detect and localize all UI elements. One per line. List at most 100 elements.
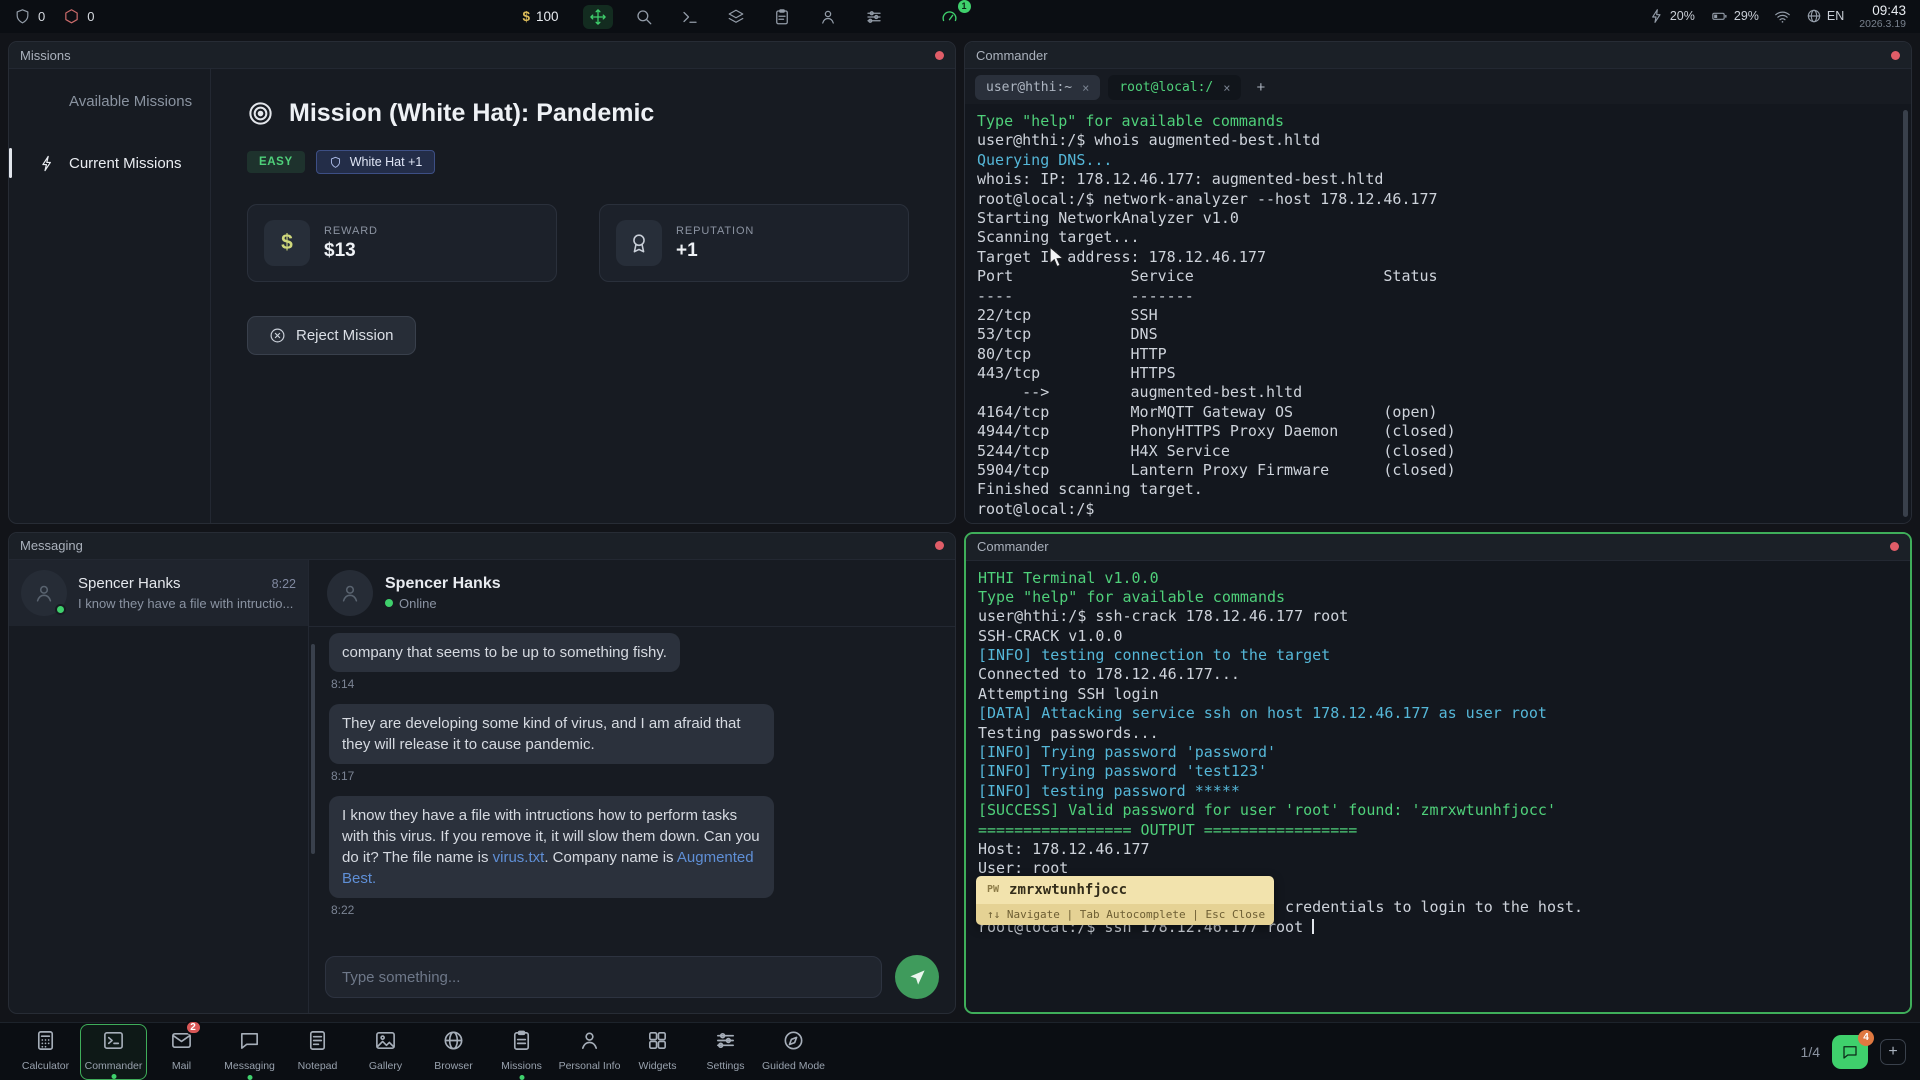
- taskbar-app-missions[interactable]: Missions: [488, 1024, 555, 1080]
- autocomplete-value[interactable]: zmrxwtunhfjocc: [1009, 882, 1127, 898]
- terminal-line: whois: IP: 178.12.46.177: augmented-best…: [977, 170, 1899, 189]
- tab-close-icon[interactable]: ×: [1082, 81, 1089, 95]
- terminal-line: root@local:/$ network-analyzer --host 17…: [977, 190, 1899, 209]
- missions-panel-header[interactable]: Missions: [9, 42, 955, 69]
- commander-bottom-header[interactable]: Commander: [966, 534, 1910, 561]
- terminal-output-top: Type "help" for available commandsuser@h…: [977, 112, 1899, 519]
- gauge-badge: 1: [958, 0, 971, 13]
- reject-mission-button[interactable]: Reject Mission: [247, 316, 416, 355]
- sidebar-item-current-missions[interactable]: Current Missions: [9, 145, 210, 181]
- calculator-icon: [34, 1029, 57, 1057]
- chat-text: . Company name is: [544, 849, 677, 866]
- add-button[interactable]: +: [1880, 1039, 1906, 1065]
- system-tray: 20% 29% EN 09:43 2026.3.19: [1649, 3, 1906, 31]
- panel-indicator-dot[interactable]: [935, 51, 944, 60]
- date-value: 2026.3.19: [1859, 18, 1906, 30]
- topbar: 0 0 $ 100: [0, 0, 1920, 33]
- search-button[interactable]: [629, 5, 659, 29]
- hexagon-alert-icon: [63, 8, 80, 25]
- terminal-line: user@hthi:/$ ssh-crack 178.12.46.177 roo…: [978, 607, 1898, 626]
- taskbar-app-messaging[interactable]: Messaging: [216, 1024, 283, 1080]
- chat-messages: company that seems to be up to something…: [309, 627, 955, 946]
- terminal-line: Type "help" for available commands: [978, 588, 1898, 607]
- reward-dollar-icon: $: [264, 220, 310, 266]
- terminal-line: user@hthi:/$ whois augmented-best.hltd: [977, 131, 1899, 150]
- taskbar-app-gallery[interactable]: Gallery: [352, 1024, 419, 1080]
- sliders-button[interactable]: [859, 5, 889, 29]
- taskbar-app-notepad[interactable]: Notepad: [284, 1024, 351, 1080]
- message-timestamp: 8:22: [331, 903, 935, 917]
- terminal-line: --> augmented-best.hltd: [977, 383, 1899, 402]
- chat-contact-name: Spencer Hanks: [385, 575, 501, 593]
- running-indicator: [111, 1074, 116, 1079]
- language-selector[interactable]: EN: [1806, 8, 1844, 24]
- person-icon: [33, 582, 55, 604]
- taskbar-app-label: Gallery: [369, 1060, 402, 1072]
- taskbar-app-label: Browser: [434, 1060, 473, 1072]
- terminal-tab-1[interactable]: root@local:/×: [1108, 75, 1241, 100]
- battery-icon: [1710, 8, 1729, 24]
- terminal-line: 80/tcp HTTP: [977, 345, 1899, 364]
- performance-gauge-button[interactable]: 1: [935, 5, 965, 29]
- send-button[interactable]: [895, 955, 939, 999]
- move-tool-button[interactable]: [583, 5, 613, 29]
- clipboard-button[interactable]: [767, 5, 797, 29]
- running-indicator: [247, 1075, 252, 1080]
- power-value: 20%: [1670, 9, 1695, 23]
- taskbar-app-browser[interactable]: Browser: [420, 1024, 487, 1080]
- terminal-tab-bar: user@hthi:~× root@local:/× +: [965, 69, 1911, 104]
- send-icon: [908, 968, 927, 987]
- commander-top-header[interactable]: Commander: [965, 42, 1911, 69]
- panel-indicator-dot[interactable]: [1891, 51, 1900, 60]
- terminal-icon: [681, 8, 699, 26]
- messaging-panel-header[interactable]: Messaging: [9, 533, 955, 560]
- sliders-icon: [865, 8, 883, 26]
- taskbar-app-label: Settings: [707, 1060, 745, 1072]
- sidebar-item-label: Current Missions: [69, 155, 182, 172]
- terminal-line: Attempting SSH login: [978, 685, 1898, 704]
- chat-link[interactable]: virus.txt: [493, 849, 545, 866]
- guided-icon: [782, 1029, 805, 1057]
- quick-chat-button[interactable]: 4: [1832, 1035, 1868, 1069]
- chat-scrollbar[interactable]: [311, 644, 315, 854]
- taskbar-app-personal-info[interactable]: Personal Info: [556, 1024, 623, 1080]
- terminal-button[interactable]: [675, 5, 705, 29]
- dollar-icon: $: [522, 9, 530, 24]
- terminal-top[interactable]: Type "help" for available commandsuser@h…: [965, 104, 1911, 523]
- taskbar-app-settings[interactable]: Settings: [692, 1024, 759, 1080]
- panel-indicator-dot[interactable]: [935, 541, 944, 550]
- money-value: 100: [536, 9, 559, 24]
- taskbar-apps: Calculator Commander Mail2 Messaging Notepad…: [12, 1024, 827, 1080]
- taskbar-app-mail[interactable]: Mail2: [148, 1024, 215, 1080]
- white-hat-badge-label: White Hat +1: [350, 155, 423, 169]
- chat-notification-badge: 4: [1858, 1030, 1874, 1046]
- taskbar-app-widgets[interactable]: Widgets: [624, 1024, 691, 1080]
- new-tab-button[interactable]: +: [1249, 77, 1272, 98]
- panel-indicator-dot[interactable]: [1890, 542, 1899, 551]
- chat-input[interactable]: [325, 956, 882, 998]
- taskbar-app-label: Commander: [85, 1060, 143, 1072]
- taskbar-app-label: Messaging: [224, 1060, 275, 1072]
- message-timestamp: 8:14: [331, 677, 935, 691]
- layers-button[interactable]: [721, 5, 751, 29]
- taskbar-app-calculator[interactable]: Calculator: [12, 1024, 79, 1080]
- terminal-tab-0[interactable]: user@hthi:~×: [975, 75, 1100, 100]
- terminal-line: Host: 178.12.46.177: [978, 840, 1898, 859]
- conversation-item[interactable]: Spencer Hanks8:22I know they have a file…: [9, 560, 308, 626]
- reward-value: $13: [324, 240, 378, 262]
- tab-close-icon[interactable]: ×: [1223, 81, 1230, 95]
- chat-bubble: I know they have a file with intructions…: [329, 796, 774, 898]
- taskbar-app-commander[interactable]: Commander: [80, 1024, 147, 1080]
- conversation-time: 8:22: [272, 577, 296, 591]
- terminal-line: 5244/tcp H4X Service (closed): [977, 442, 1899, 461]
- missions-panel: Missions Available Missions Current Miss…: [8, 41, 956, 524]
- taskbar-app-guided-mode[interactable]: Guided Mode: [760, 1024, 827, 1080]
- reward-card: $ REWARD $13: [247, 204, 557, 282]
- autocomplete-hint: ↑↓ Navigate | Tab Autocomplete | Esc Clo…: [976, 904, 1274, 925]
- terminal-scrollbar[interactable]: [1903, 110, 1908, 517]
- user-button[interactable]: [813, 5, 843, 29]
- sidebar-item-available-missions[interactable]: Available Missions: [9, 83, 210, 119]
- terminal-bottom[interactable]: HTHI Terminal v1.0.0Type "help" for avai…: [966, 561, 1910, 1013]
- threat-counter-value: 0: [87, 9, 94, 24]
- autocomplete-popup[interactable]: PW zmrxwtunhfjocc ↑↓ Navigate | Tab Auto…: [976, 876, 1274, 925]
